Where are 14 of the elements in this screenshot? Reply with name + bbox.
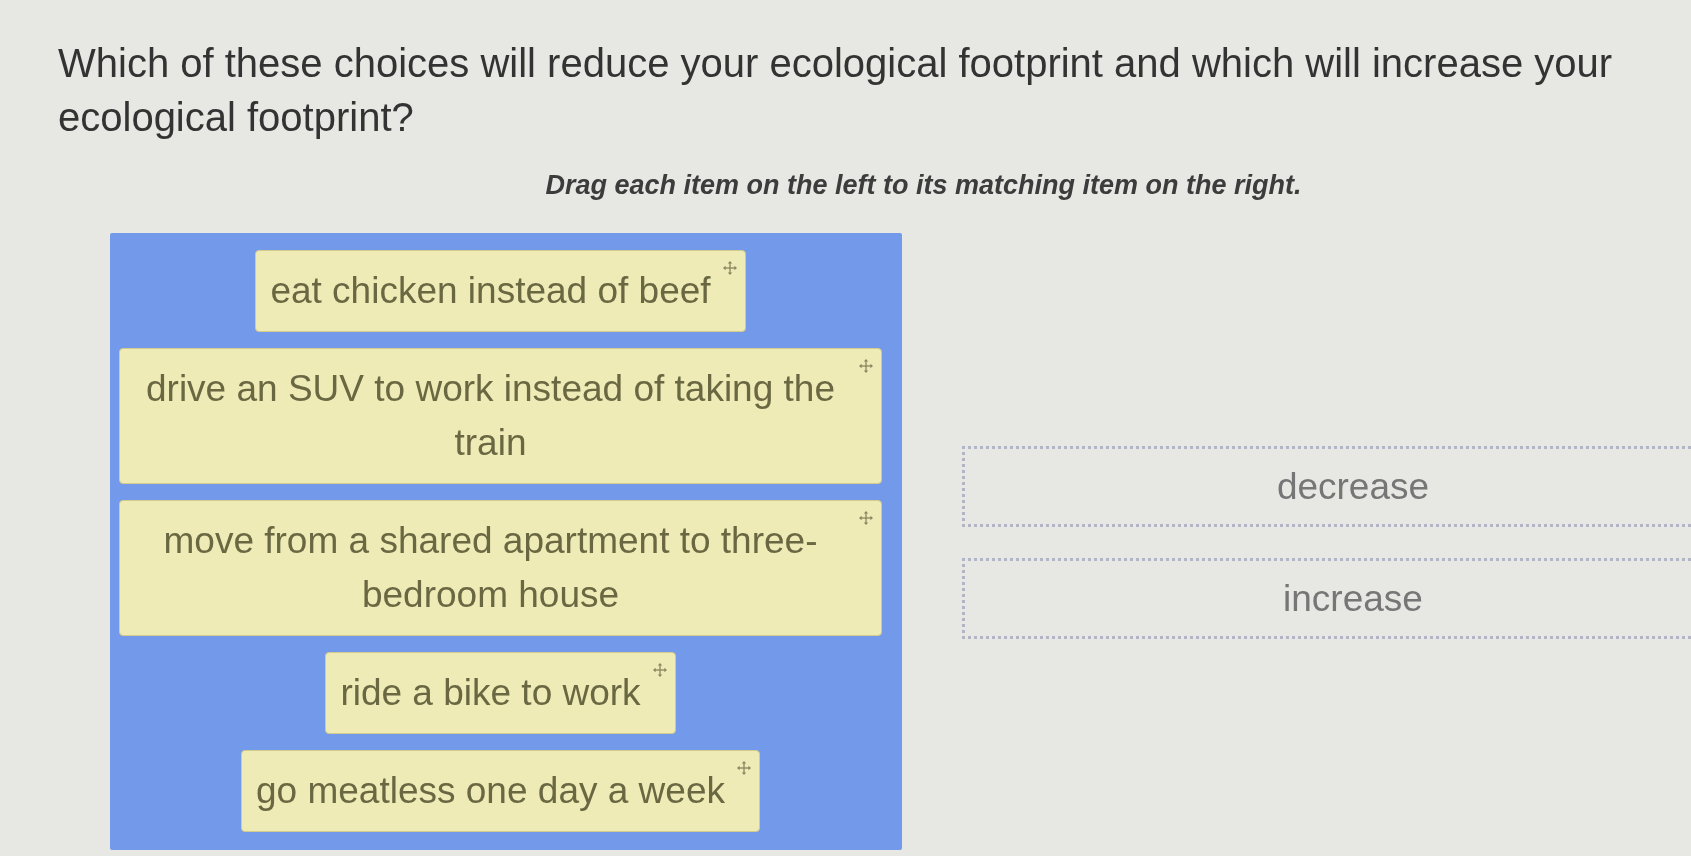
drag-item[interactable]: move from a shared apartment to three-bedroom house	[119, 500, 882, 636]
instruction-text: Drag each item on the left to its matching item on the right.	[545, 169, 1302, 201]
drag-item[interactable]: drive an SUV to work instead of taking the train	[119, 348, 882, 484]
move-icon	[736, 761, 751, 775]
drag-item[interactable]: go meatless one day a week	[241, 750, 760, 832]
move-icon	[722, 261, 737, 275]
move-icon	[652, 663, 667, 677]
drop-zone[interactable]: decrease	[962, 446, 1691, 527]
drag-item[interactable]: ride a bike to work	[325, 652, 676, 734]
move-icon	[859, 359, 873, 373]
question-text: Which of these choices will reduce your ecological footprint and which will increase your ecological footprint?	[58, 40, 1614, 141]
move-icon	[859, 511, 873, 525]
drop-zone[interactable]: increase	[962, 558, 1691, 639]
drag-item[interactable]: eat chicken instead of beef	[255, 250, 746, 332]
